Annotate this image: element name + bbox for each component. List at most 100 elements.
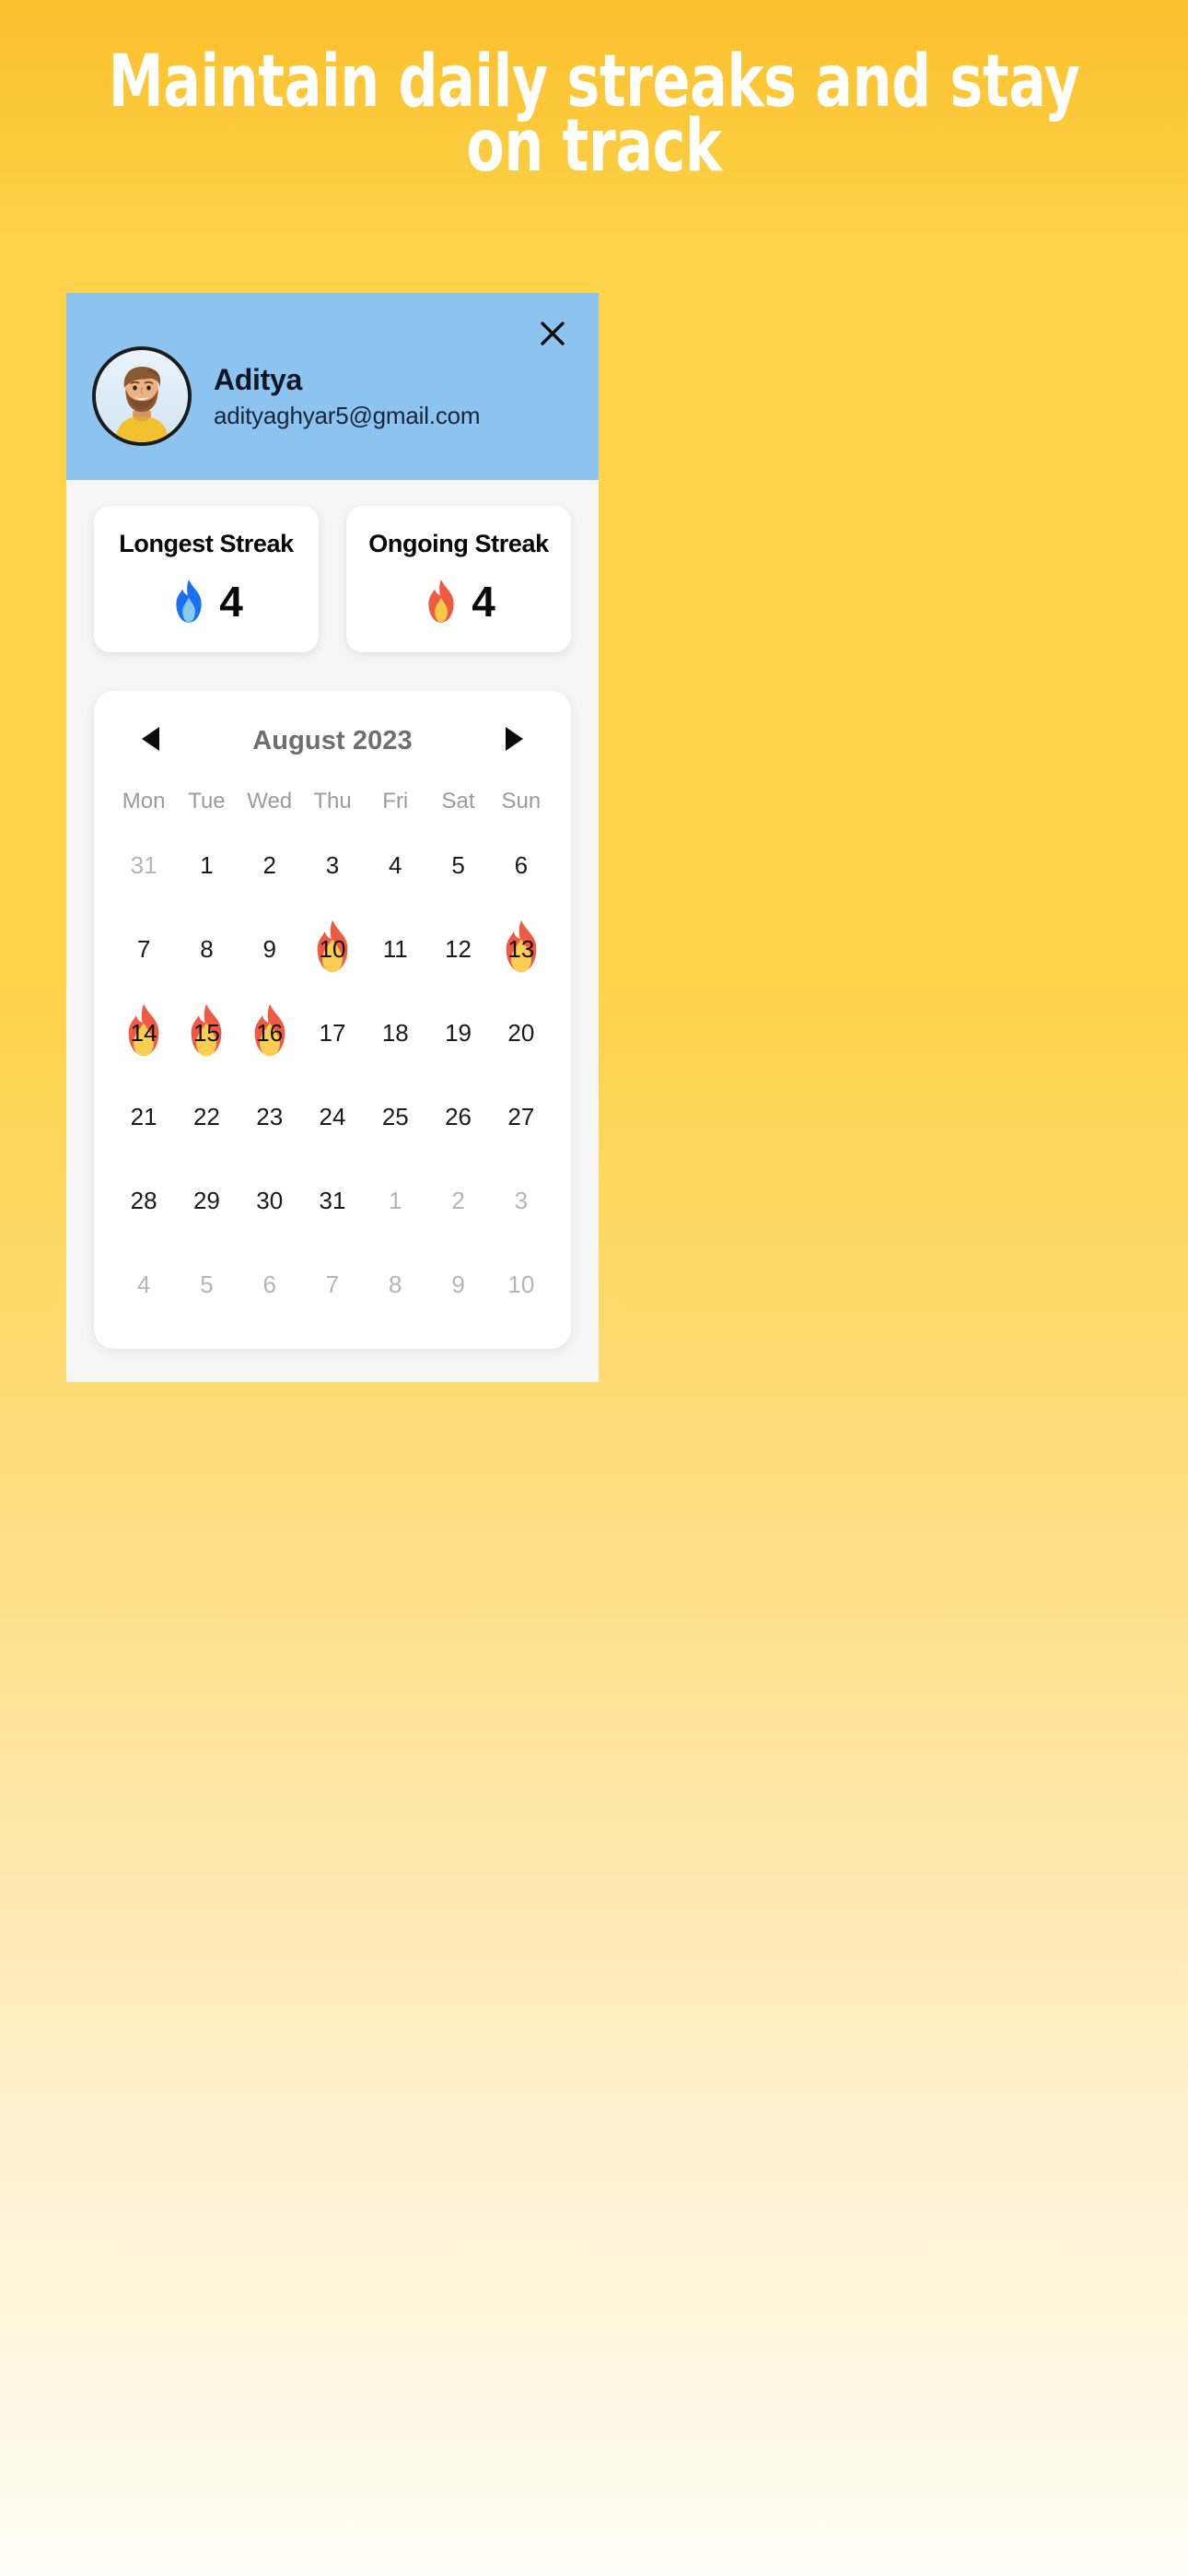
calendar-day-cell[interactable]: 30 [239, 1168, 301, 1234]
calendar-day-cell[interactable]: 19 [426, 1001, 489, 1066]
calendar-week-row: 7 8 9 10 11 12 13 [112, 917, 553, 982]
calendar-day-number: 27 [507, 1103, 535, 1130]
calendar-day-cell[interactable]: 22 [175, 1084, 238, 1150]
calendar-day-cell[interactable]: 15 [175, 1001, 238, 1066]
calendar-week-row: 28 29 30 31 1 2 3 [112, 1168, 553, 1234]
streak-card-ongoing: Ongoing Streak 4 [346, 506, 571, 652]
triangle-left-icon [139, 725, 163, 757]
calendar-weekday: Sun [501, 789, 542, 814]
calendar-day-cell[interactable]: 3 [490, 1168, 553, 1234]
streak-value-row: 4 [101, 579, 311, 625]
calendar-day-number: 23 [256, 1103, 284, 1130]
calendar-day-cell[interactable]: 2 [239, 833, 301, 898]
calendar-day-cell[interactable]: 31 [301, 1168, 364, 1234]
calendar-day-cell[interactable]: 13 [490, 917, 553, 982]
calendar-day-cell[interactable]: 6 [490, 833, 553, 898]
calendar-day-cell[interactable]: 23 [239, 1084, 301, 1150]
close-button[interactable] [532, 313, 573, 354]
profile-text: Aditya adityaghyar5@gmail.com [214, 362, 481, 430]
calendar-day-number: 9 [451, 1270, 465, 1298]
triangle-right-icon [502, 725, 526, 757]
profile-name: Aditya [214, 362, 302, 396]
calendar-day-number: 2 [262, 851, 276, 879]
calendar-day-number: 22 [192, 1103, 220, 1130]
calendar-day-cell[interactable]: 10 [301, 917, 364, 982]
streak-title: Longest Streak [119, 530, 294, 557]
calendar-prev-button[interactable] [133, 722, 169, 759]
calendar-day-cell[interactable]: 8 [175, 917, 238, 982]
calendar-day-number: 1 [200, 851, 214, 879]
calendar-day-number: 31 [130, 851, 157, 879]
calendar-day-cell[interactable]: 20 [490, 1001, 553, 1066]
calendar-day-number: 7 [136, 935, 151, 963]
calendar-day-cell[interactable]: 9 [426, 1252, 489, 1317]
calendar-header: August 2023 [112, 713, 553, 765]
calendar-day-cell[interactable]: 11 [364, 917, 426, 982]
calendar-day-cell[interactable]: 14 [112, 1001, 175, 1066]
calendar-day-cell[interactable]: 7 [112, 917, 175, 982]
calendar-day-number: 8 [389, 1270, 402, 1298]
calendar-day-number: 10 [507, 1270, 535, 1298]
calendar-day-number: 30 [256, 1187, 284, 1214]
calendar-day-cell[interactable]: 21 [112, 1084, 175, 1150]
calendar-month-title: August 2023 [252, 725, 413, 755]
calendar-day-cell[interactable]: 27 [490, 1084, 553, 1150]
calendar-day-cell[interactable]: 17 [301, 1001, 364, 1066]
calendar-day-number: 26 [445, 1103, 472, 1130]
calendar-weekday: Fri [382, 789, 409, 814]
calendar-day-number: 28 [130, 1187, 157, 1214]
calendar-weekday: Wed [247, 789, 293, 814]
calendar-day-number: 3 [514, 1187, 529, 1214]
orange-flame-icon [422, 579, 460, 625]
calendar-next-button[interactable] [495, 722, 532, 759]
calendar-day-cell[interactable]: 18 [364, 1001, 426, 1066]
calendar-day-number: 11 [382, 935, 408, 963]
calendar-day-cell[interactable]: 16 [239, 1001, 301, 1066]
calendar-day-number: 8 [200, 935, 214, 963]
calendar-weekday: Thu [313, 789, 352, 814]
calendar-day-cell[interactable]: 1 [364, 1168, 426, 1234]
profile-email: adityaghyar5@gmail.com [214, 401, 481, 429]
calendar-day-number: 31 [319, 1187, 346, 1214]
calendar-day-number: 7 [325, 1270, 340, 1298]
calendar-day-cell[interactable]: 4 [112, 1252, 175, 1317]
calendar-day-cell[interactable]: 7 [301, 1252, 364, 1317]
calendar-day-number: 10 [319, 935, 346, 963]
calendar-day-cell[interactable]: 29 [175, 1168, 238, 1234]
calendar-day-cell[interactable]: 1 [175, 833, 238, 898]
calendar-day-number: 5 [200, 1270, 214, 1298]
calendar-day-number: 6 [514, 851, 529, 879]
calendar-day-cell[interactable]: 12 [426, 917, 489, 982]
calendar-day-cell[interactable]: 2 [426, 1168, 489, 1234]
calendar-day-number: 2 [451, 1187, 465, 1214]
profile-header: Aditya adityaghyar5@gmail.com [66, 293, 599, 480]
calendar-day-cell[interactable]: 8 [364, 1252, 426, 1317]
calendar-day-cell[interactable]: 24 [301, 1084, 364, 1150]
calendar-day-cell[interactable]: 5 [175, 1252, 238, 1317]
calendar-day-cell[interactable]: 9 [239, 917, 301, 982]
calendar-day-number: 3 [325, 851, 340, 879]
calendar-day-cell[interactable]: 6 [239, 1252, 301, 1317]
streak-cards: Longest Streak 4 Ongoing Streak 4 [66, 480, 599, 652]
calendar-day-number: 25 [381, 1103, 409, 1130]
calendar-day-number: 15 [192, 1019, 220, 1047]
calendar-day-number: 16 [256, 1019, 284, 1047]
calendar-day-cell[interactable]: 31 [112, 833, 175, 898]
calendar-weekday: Sat [441, 789, 475, 814]
calendar-day-cell[interactable]: 4 [364, 833, 426, 898]
page-headline: Maintain daily streaks and stay on track [108, 41, 1080, 188]
calendar-day-cell[interactable]: 26 [426, 1084, 489, 1150]
calendar-day-cell[interactable]: 5 [426, 833, 489, 898]
calendar-week-row: 14 15 16 17 18 19 20 [112, 1001, 553, 1066]
calendar-day-cell[interactable]: 10 [490, 1252, 553, 1317]
calendar-day-number: 4 [136, 1270, 151, 1298]
calendar-day-number: 14 [130, 1019, 157, 1047]
calendar-day-cell[interactable]: 28 [112, 1168, 175, 1234]
avatar-bearded-man-icon [96, 350, 188, 442]
close-icon [534, 315, 571, 352]
calendar-day-cell[interactable]: 25 [364, 1084, 426, 1150]
calendar-day-number: 17 [319, 1019, 346, 1047]
calendar-day-number: 20 [507, 1019, 535, 1047]
calendar-day-number: 29 [192, 1187, 220, 1214]
calendar-day-cell[interactable]: 3 [301, 833, 364, 898]
